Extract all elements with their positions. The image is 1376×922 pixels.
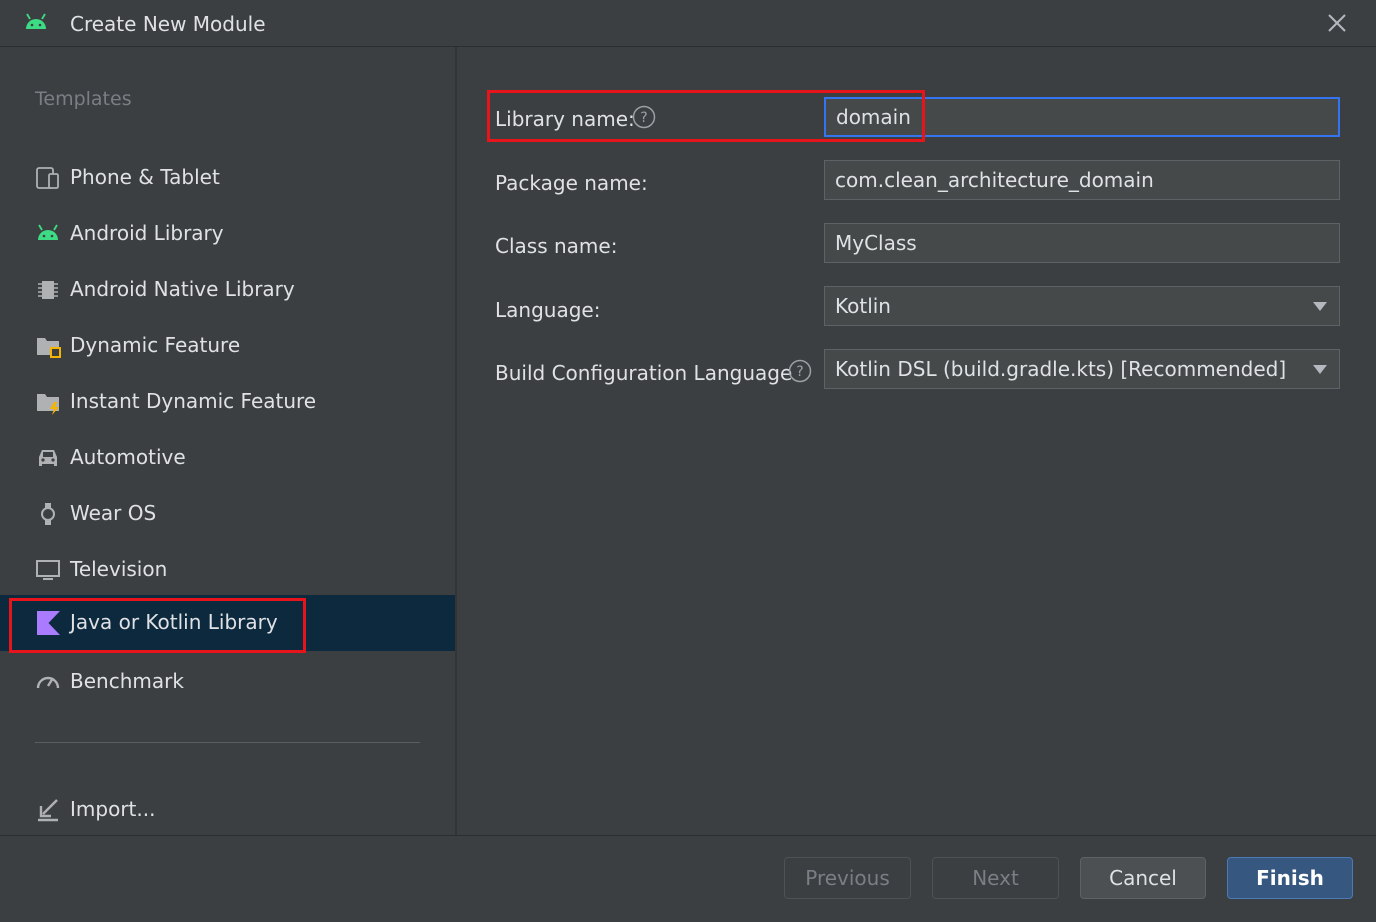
close-icon[interactable] (1322, 8, 1352, 38)
module-form: Library name: ? Package name: Class name… (457, 47, 1376, 835)
import-button[interactable]: Import... (0, 782, 455, 838)
sidebar-item-label: Wear OS (70, 501, 157, 525)
class-name-label: Class name: (495, 234, 618, 258)
build-config-select[interactable]: Kotlin DSL (build.gradle.kts) [Recommend… (824, 349, 1340, 389)
title-bar: Create New Module (0, 0, 1376, 47)
dropdown-arrow-icon (1313, 365, 1327, 374)
language-value: Kotlin (835, 294, 891, 318)
sidebar-item-label: Television (70, 557, 168, 581)
package-name-label: Package name: (495, 171, 648, 195)
dropdown-arrow-icon (1313, 302, 1327, 311)
sidebar-item-instant-dynamic-feature[interactable]: Instant Dynamic Feature (0, 374, 455, 430)
sidebar-item-wear-os[interactable]: Wear OS (0, 486, 455, 542)
build-config-label: Build Configuration Language (495, 361, 793, 385)
chip-icon (38, 281, 58, 299)
library-name-input[interactable] (824, 97, 1340, 137)
phone-tablet-icon (36, 167, 59, 189)
kotlin-icon (37, 611, 60, 635)
sidebar-item-television[interactable]: Television (0, 542, 455, 598)
templates-sidebar: Templates Phone & Tablet Android Library… (0, 47, 457, 835)
sidebar-item-phone-tablet[interactable]: Phone & Tablet (0, 150, 455, 206)
cancel-button[interactable]: Cancel (1080, 857, 1206, 899)
sidebar-item-label: Android Native Library (70, 277, 295, 301)
sidebar-item-label: Instant Dynamic Feature (70, 389, 317, 413)
sidebar-item-label: Dynamic Feature (70, 333, 241, 357)
sidebar-item-label: Automotive (70, 445, 186, 469)
package-name-input[interactable] (824, 160, 1340, 200)
sidebar-item-java-kotlin-library[interactable]: Java or Kotlin Library (0, 595, 455, 651)
templates-heading: Templates (35, 88, 132, 110)
language-label: Language: (495, 298, 601, 322)
sidebar-item-benchmark[interactable]: Benchmark (0, 654, 455, 710)
dialog-footer: Previous Next Cancel Finish (0, 835, 1376, 922)
gauge-icon (36, 676, 60, 689)
android-icon (26, 13, 46, 29)
help-icon[interactable]: ? (788, 359, 812, 383)
sidebar-item-automotive[interactable]: Automotive (0, 430, 455, 486)
import-label: Import... (70, 797, 156, 821)
import-icon (38, 799, 58, 822)
help-icon[interactable]: ? (632, 105, 656, 129)
watch-icon (41, 503, 55, 525)
svg-text:?: ? (796, 364, 803, 380)
tv-icon (36, 560, 60, 580)
folder-lightning-icon (37, 394, 59, 415)
window-title: Create New Module (70, 12, 266, 36)
language-select[interactable]: Kotlin (824, 286, 1340, 326)
build-config-value: Kotlin DSL (build.gradle.kts) [Recommend… (835, 357, 1287, 381)
svg-text:?: ? (640, 110, 647, 126)
sidebar-divider (35, 742, 420, 743)
finish-button[interactable]: Finish (1227, 857, 1353, 899)
folder-feature-icon (37, 338, 61, 358)
previous-button[interactable]: Previous (784, 857, 911, 899)
car-icon (39, 450, 57, 466)
next-button[interactable]: Next (932, 857, 1059, 899)
sidebar-item-label: Phone & Tablet (70, 165, 220, 189)
sidebar-item-label: Benchmark (70, 669, 184, 693)
library-name-label: Library name: (495, 107, 635, 131)
android-icon (38, 224, 58, 240)
sidebar-item-label: Android Library (70, 221, 224, 245)
sidebar-item-dynamic-feature[interactable]: Dynamic Feature (0, 318, 455, 374)
sidebar-item-label: Java or Kotlin Library (70, 610, 278, 634)
sidebar-item-android-library[interactable]: Android Library (0, 206, 455, 262)
sidebar-item-android-native-library[interactable]: Android Native Library (0, 262, 455, 318)
class-name-input[interactable] (824, 223, 1340, 263)
